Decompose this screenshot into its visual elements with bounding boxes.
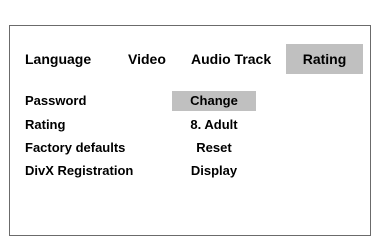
tab-language[interactable]: Language: [25, 44, 91, 74]
setting-label: Password: [25, 93, 87, 108]
setting-value-button[interactable]: Display: [172, 161, 256, 181]
tab-video[interactable]: Video: [128, 44, 166, 74]
setting-label: Rating: [25, 117, 66, 132]
setting-value-button[interactable]: Change: [172, 91, 256, 111]
tab-audio-track[interactable]: Audio Track: [191, 44, 271, 74]
setup-menu-panel: Language Video Audio Track Rating Passwo…: [9, 25, 371, 236]
setting-label: DivX Registration: [25, 163, 134, 178]
menu-tab-bar: Language Video Audio Track Rating: [10, 44, 370, 74]
setting-value-button[interactable]: Reset: [172, 138, 256, 158]
setting-row-factory-defaults[interactable]: Factory defaults Reset: [10, 138, 370, 158]
tab-rating[interactable]: Rating: [286, 44, 363, 74]
setting-row-divx-registration[interactable]: DivX Registration Display: [10, 161, 370, 181]
setting-value-button[interactable]: 8. Adult: [172, 115, 256, 135]
setting-row-password[interactable]: Password Change: [10, 91, 370, 111]
setting-row-rating[interactable]: Rating 8. Adult: [10, 115, 370, 135]
setting-label: Factory defaults: [25, 140, 126, 155]
